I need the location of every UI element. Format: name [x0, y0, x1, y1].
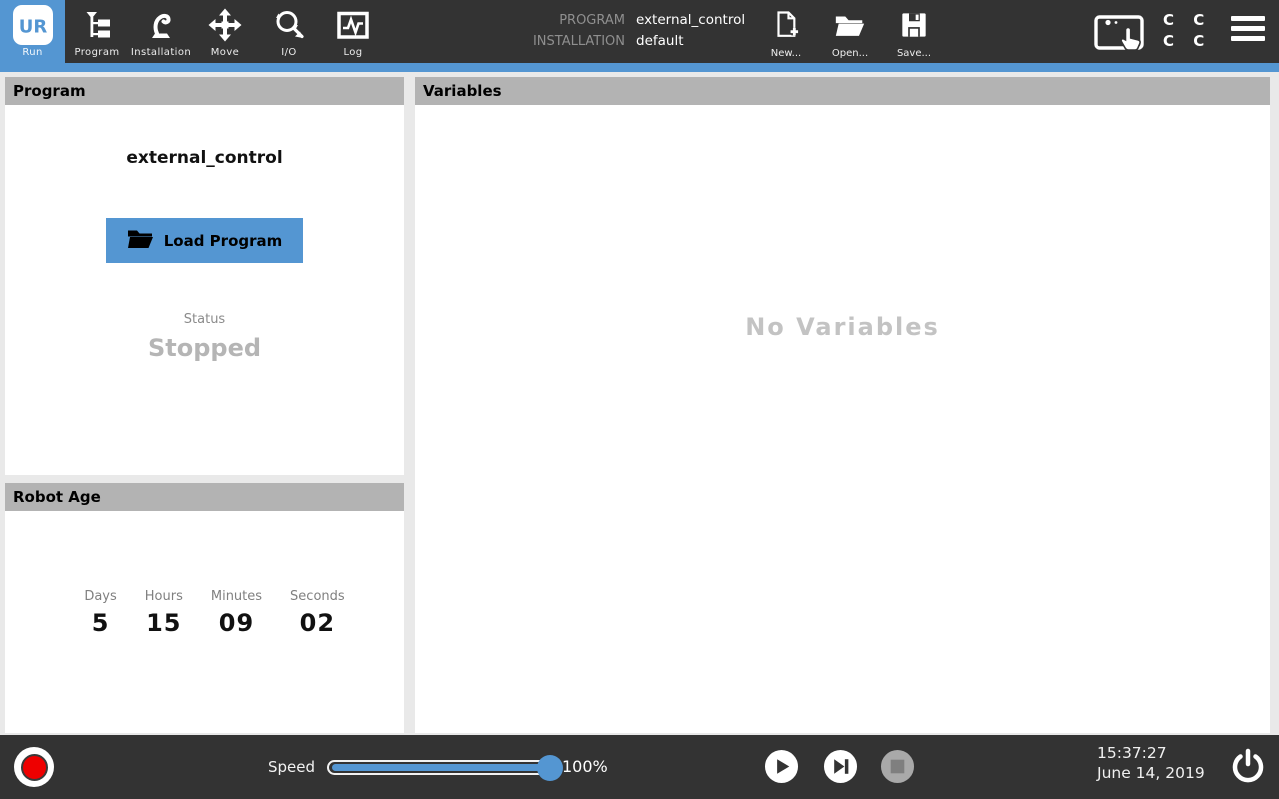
- program-panel: Program external_control Load Program St…: [5, 77, 404, 475]
- clock-time: 15:37:27: [1097, 743, 1205, 763]
- program-tree-icon: [79, 4, 115, 46]
- polyscope-screen: UR Run Program Installation: [0, 0, 1279, 799]
- folder-icon: [127, 228, 153, 254]
- clock: 15:37:27 June 14, 2019: [1097, 743, 1205, 783]
- variables-panel-body: No Variables Show Waypoints: [415, 313, 1270, 799]
- program-panel-header: Program: [5, 77, 404, 105]
- robot-status-red-icon: [21, 754, 48, 781]
- hamburger-bar: [1231, 36, 1265, 41]
- play-button[interactable]: [764, 749, 799, 784]
- age-unit-minutes: Minutes 09: [211, 589, 262, 637]
- cc-row-bottom: C C: [1163, 31, 1211, 52]
- variables-panel: Variables No Variables Show Waypoints: [415, 77, 1270, 733]
- save-button-label: Save...: [897, 48, 931, 59]
- tab-installation[interactable]: Installation: [129, 0, 193, 63]
- robot-age-header: Robot Age: [5, 483, 404, 511]
- ur-logo-icon: UR: [13, 4, 53, 46]
- age-days-label: Days: [84, 589, 116, 604]
- installation-value: default: [636, 33, 745, 49]
- tab-log[interactable]: Log: [321, 0, 385, 63]
- speed-slider-handle[interactable]: [537, 755, 563, 781]
- robot-age-panel: Robot Age Days 5 Hours 15 Minutes 09 Sec…: [5, 483, 404, 733]
- tab-program[interactable]: Program: [65, 0, 129, 63]
- open-button[interactable]: Open...: [825, 7, 875, 59]
- no-variables-text: No Variables: [415, 313, 1270, 341]
- status-value: Stopped: [5, 334, 404, 362]
- top-toolbar: UR Run Program Installation: [0, 0, 1279, 63]
- speed-percent-value: 100%: [562, 757, 608, 776]
- speed-slider-fill: [332, 764, 542, 771]
- svg-text:UR: UR: [18, 17, 47, 38]
- cc-row-top: C C: [1163, 10, 1211, 31]
- tab-log-label: Log: [343, 47, 362, 58]
- bottom-bar: Speed 100% 15:37:27 June 14, 2019: [0, 735, 1279, 799]
- load-program-label: Load Program: [164, 232, 283, 250]
- robot-age-body: Days 5 Hours 15 Minutes 09 Seconds 02: [5, 511, 404, 637]
- touchscreen-button[interactable]: [1094, 12, 1146, 58]
- age-seconds-value: 02: [290, 609, 345, 637]
- tab-io[interactable]: I/O: [257, 0, 321, 63]
- loaded-file-info: PROGRAM external_control INSTALLATION de…: [455, 12, 745, 49]
- status-indicator-cc: C C C C: [1163, 10, 1211, 52]
- clock-date: June 14, 2019: [1097, 763, 1205, 783]
- new-button-label: New...: [771, 48, 801, 59]
- age-seconds-label: Seconds: [290, 589, 345, 604]
- variables-panel-header: Variables: [415, 77, 1270, 105]
- move-arrows-icon: [207, 4, 243, 46]
- program-label: PROGRAM: [455, 13, 625, 28]
- tab-move[interactable]: Move: [193, 0, 257, 63]
- loaded-program-name: external_control: [5, 148, 404, 168]
- open-button-label: Open...: [832, 48, 868, 59]
- file-buttons: New... Open... Save...: [761, 7, 939, 59]
- program-value: external_control: [636, 12, 745, 28]
- power-icon: [1228, 747, 1268, 787]
- tablet-touch-icon: [1094, 39, 1146, 58]
- status-label: Status: [5, 312, 404, 327]
- io-icon: [271, 4, 307, 46]
- initialize-robot-button[interactable]: [14, 747, 54, 787]
- save-button[interactable]: Save...: [889, 7, 939, 59]
- hamburger-bar: [1231, 16, 1265, 21]
- hamburger-menu-button[interactable]: [1231, 16, 1265, 41]
- tab-run[interactable]: UR Run: [0, 0, 65, 63]
- age-hours-label: Hours: [145, 589, 183, 604]
- hamburger-bar: [1231, 26, 1265, 31]
- speed-label: Speed: [245, 758, 315, 776]
- age-unit-seconds: Seconds 02: [290, 589, 345, 637]
- open-folder-icon: [833, 7, 867, 47]
- age-minutes-value: 09: [211, 609, 262, 637]
- tab-run-label: Run: [22, 47, 42, 58]
- content-area: Program external_control Load Program St…: [0, 72, 1279, 735]
- main-tabs: UR Run Program Installation: [0, 0, 385, 63]
- age-minutes-label: Minutes: [211, 589, 262, 604]
- installation-label: INSTALLATION: [455, 34, 625, 49]
- tab-move-label: Move: [211, 47, 239, 58]
- shutdown-button[interactable]: [1228, 747, 1268, 787]
- age-unit-hours: Hours 15: [145, 589, 183, 637]
- step-button[interactable]: [823, 749, 858, 784]
- load-program-button[interactable]: Load Program: [106, 218, 303, 263]
- speed-slider[interactable]: [327, 760, 556, 775]
- tab-io-label: I/O: [281, 47, 296, 58]
- accent-strip: [0, 63, 1279, 72]
- stop-button[interactable]: [880, 749, 915, 784]
- tab-installation-label: Installation: [131, 47, 191, 58]
- new-button[interactable]: New...: [761, 7, 811, 59]
- age-hours-value: 15: [145, 609, 183, 637]
- age-unit-days: Days 5: [84, 589, 116, 637]
- robot-arm-icon: [143, 4, 179, 46]
- program-panel-body: external_control Load Program Status Sto…: [5, 148, 404, 362]
- log-chart-icon: [335, 4, 371, 46]
- tab-program-label: Program: [75, 47, 120, 58]
- save-floppy-icon: [899, 7, 929, 47]
- age-days-value: 5: [84, 609, 116, 637]
- new-document-icon: [771, 7, 801, 47]
